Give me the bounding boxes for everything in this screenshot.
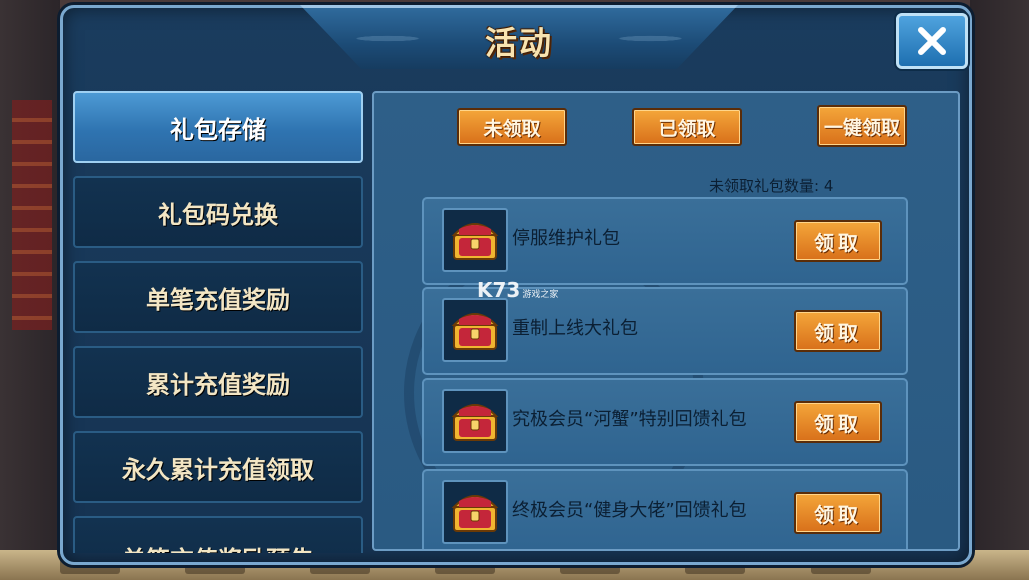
claim-button[interactable]: 领取 — [794, 492, 882, 534]
treasure-chest-icon — [451, 223, 499, 260]
sidebar-item-label: 单笔充值奖励预告 — [122, 540, 314, 553]
button-label: 领取 — [814, 230, 862, 255]
gift-icon-frame — [442, 480, 508, 544]
button-label: 领取 — [814, 502, 862, 527]
unclaimed-count-label: 未领取礼包数量: 4 — [709, 177, 834, 195]
sidebar-item-gift-storage[interactable]: 礼包存储 — [73, 91, 363, 163]
close-x-icon — [918, 27, 946, 55]
sidebar-menu: 礼包存储 礼包码兑换 单笔充值奖励 累计充值奖励 永久累计充值领取 单笔充值奖励… — [73, 91, 365, 553]
gift-name: 终极会员“健身大佬”回馈礼包 — [512, 500, 747, 521]
tab-unclaimed[interactable]: 未领取 — [457, 108, 567, 146]
sidebar-item-label: 礼包存储 — [170, 115, 266, 144]
gift-row: 究极会员“河蟹”特别回馈礼包 领取 — [422, 378, 908, 466]
sidebar-item-label: 永久累计充值领取 — [122, 455, 314, 484]
treasure-chest-icon — [451, 495, 499, 532]
sidebar-item-permanent-cumulative[interactable]: 永久累计充值领取 — [73, 431, 363, 503]
button-label: 一键领取 — [823, 116, 900, 139]
tab-claimed[interactable]: 已领取 — [632, 108, 742, 146]
gift-name: 停服维护礼包 — [512, 228, 620, 249]
gift-icon-frame — [442, 298, 508, 362]
tab-label: 未领取 — [483, 117, 541, 140]
background-decoration — [12, 100, 52, 330]
gift-name: 究极会员“河蟹”特别回馈礼包 — [512, 409, 747, 430]
sidebar-item-single-recharge-preview[interactable]: 单笔充值奖励预告 — [73, 516, 363, 553]
sidebar-item-single-recharge[interactable]: 单笔充值奖励 — [73, 261, 363, 333]
gift-row: 终极会员“健身大佬”回馈礼包 领取 — [422, 469, 908, 549]
sidebar-item-label: 累计充值奖励 — [146, 370, 290, 399]
sidebar-item-label: 礼包码兑换 — [158, 200, 278, 229]
watermark-logo: K73 游戏之家 — [477, 278, 558, 302]
button-label: 领取 — [814, 411, 862, 436]
claim-button[interactable]: 领取 — [794, 401, 882, 443]
sidebar-item-label: 单笔充值奖励 — [146, 285, 290, 314]
treasure-chest-icon — [451, 313, 499, 350]
treasure-chest-icon — [451, 404, 499, 441]
gift-icon-frame — [442, 208, 508, 272]
claim-button[interactable]: 领取 — [794, 220, 882, 262]
sidebar-item-gift-code[interactable]: 礼包码兑换 — [73, 176, 363, 248]
tab-label: 已领取 — [658, 117, 716, 140]
gift-storage-content: 未领取 已领取 一键领取 未领取礼包数量: 4 停服维护礼包 领取 重制上线大礼… — [372, 91, 960, 551]
gift-row: 停服维护礼包 领取 — [422, 197, 908, 285]
window-title: 活动 — [484, 24, 553, 62]
sidebar-item-cumulative-recharge[interactable]: 累计充值奖励 — [73, 346, 363, 418]
gift-name: 重制上线大礼包 — [512, 318, 638, 339]
watermark-tagline: 游戏之家 — [522, 290, 559, 300]
claim-button[interactable]: 领取 — [794, 310, 882, 352]
close-button[interactable] — [896, 13, 968, 69]
claim-all-button[interactable]: 一键领取 — [817, 105, 907, 147]
button-label: 领取 — [814, 320, 862, 345]
watermark-brand: K73 — [477, 278, 521, 302]
gift-icon-frame — [442, 389, 508, 453]
